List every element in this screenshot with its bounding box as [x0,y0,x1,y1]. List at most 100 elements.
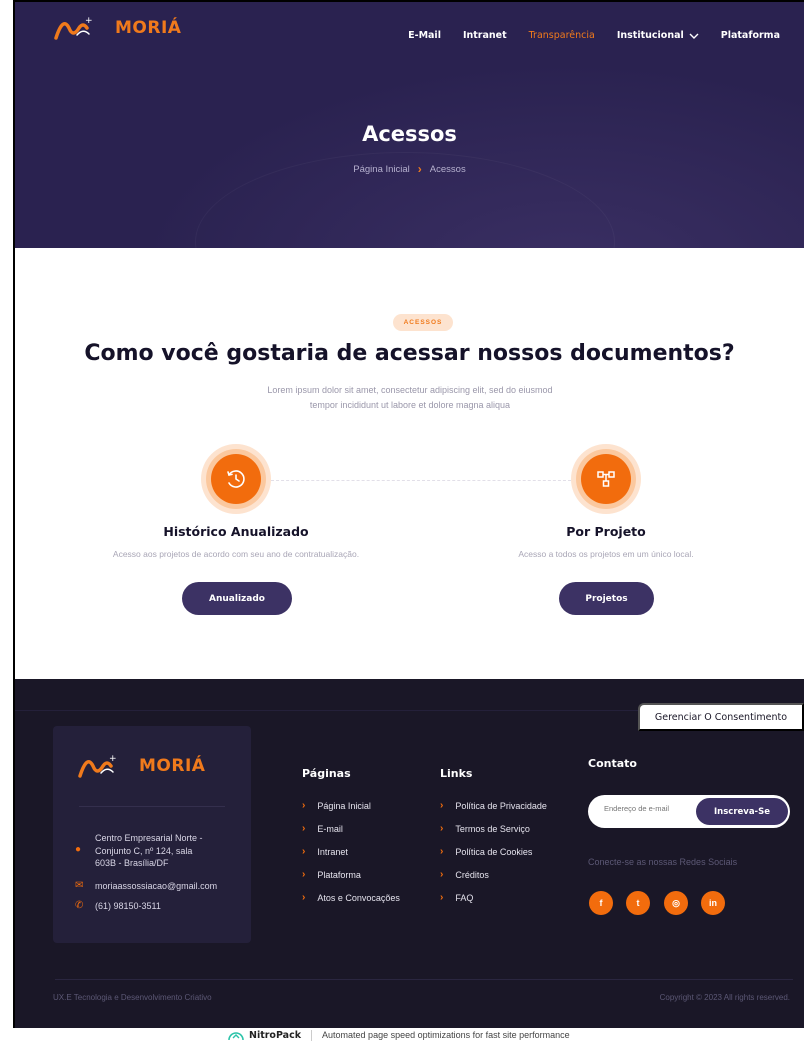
chevron-right-icon: › [302,800,306,811]
nitropack-brand-text: NitroPack [249,1029,302,1041]
header-logo[interactable]: + MORIÁ [53,14,181,42]
nav-item-email[interactable]: E-Mail [408,30,441,41]
pages-link-label: Plataforma [317,869,361,880]
contact-email: ✉ moriaassossiacao@gmail.com [75,880,217,893]
newsletter-form: Inscreva-Se [588,795,790,828]
nitropack-content: NitroPack Automated page speed optimizat… [227,1029,570,1041]
anualizado-button[interactable]: Anualizado [182,582,292,615]
footer-logo-text: MORIÁ [139,756,206,776]
address-line: Conjunto C, nº 124, sala [95,845,193,856]
chevron-right-icon: › [440,869,444,880]
card-desc-historico: Acesso aos projetos de acordo com seu an… [112,549,360,559]
footer-card-divider [79,806,225,807]
nav-item-transparencia[interactable]: Transparência [529,30,595,41]
breadcrumb-separator-icon: › [417,162,422,176]
nitropack-divider [311,1029,313,1041]
links-link[interactable]: › Política de Cookies [440,840,547,863]
dashed-connector [271,480,571,481]
footer-credit: UX.E Tecnologia e Desenvolvimento Criati… [53,993,212,1002]
nav-item-institucional[interactable]: Institucional [617,30,699,41]
links-link[interactable]: › Créditos [440,863,547,886]
instagram-icon[interactable]: ◎ [664,891,688,915]
footer-copyright: Copyright © 2023 All rights reserved. [659,993,790,1002]
svg-text:+: + [85,16,93,26]
pages-list: › Página Inicial › E-mail › Intranet › Plata… [302,794,400,909]
breadcrumb: Página Inicial › Acessos [15,162,804,176]
pages-link-label: Intranet [317,846,348,857]
social-caption: Conecte-se as nossas Redes Sociais [588,857,738,867]
chevron-right-icon: › [440,823,444,834]
chevron-right-icon: › [440,846,444,857]
pages-link[interactable]: › Página Inicial [302,794,400,817]
breadcrumb-home[interactable]: Página Inicial [353,164,410,175]
links-link[interactable]: › Política de Privacidade [440,794,547,817]
history-icon-badge [211,454,261,504]
card-title-historico: Histórico Anualizado [163,524,309,539]
card-title-projeto: Por Projeto [566,524,646,539]
envelope-icon: ✉ [75,880,84,891]
nitropack-bar: NitroPack Automated page speed optimizat… [13,1028,804,1042]
hero-section: + MORIÁ E-Mail Intranet Transparência In… [15,2,804,248]
access-section: ACESSOS Como você gostaria de acessar no… [15,248,804,679]
address-line: Centro Empresarial Norte - [95,833,203,843]
links-link-label: FAQ [455,892,474,903]
logo-mark-icon: + [54,16,93,40]
logo-text: MORIÁ [115,18,182,38]
links-link-label: Política de Privacidade [455,800,547,811]
contact-title: Contato [588,757,637,770]
newsletter-email-input[interactable] [604,804,694,813]
footer-bottom-divider [55,979,793,980]
links-title: Links [440,767,473,780]
manage-consent-button[interactable]: Gerenciar O Consentimento [638,703,804,731]
svg-text:+: + [109,754,117,764]
phone-text[interactable]: (61) 98150-3511 [95,900,161,913]
links-link[interactable]: › Termos de Serviço [440,817,547,840]
chevron-right-icon: › [302,869,306,880]
pages-link-label: E-mail [317,823,343,834]
address-line: 603B - Brasília/DF [95,858,169,868]
section-subtitle-line1: Lorem ipsum dolor sit amet, consectetur … [267,385,553,395]
twitter-icon[interactable]: t [626,891,650,915]
logo-mark-icon: + [78,754,117,778]
pages-title: Páginas [302,767,351,780]
footer-brand-card: + MORIÁ ● Centro Empresarial Norte - Con… [53,726,251,943]
pages-link[interactable]: › Atos e Convocações [302,886,400,909]
project-icon-ring [576,449,636,509]
subscribe-button[interactable]: Inscreva-Se [696,798,788,825]
nav-item-intranet[interactable]: Intranet [463,30,507,41]
section-subtitle: Lorem ipsum dolor sit amet, consectetur … [245,383,575,413]
section-badge: ACESSOS [393,314,453,331]
contact-address: ● Centro Empresarial Norte - Conjunto C,… [75,832,203,870]
pages-link[interactable]: › Plataforma [302,863,400,886]
email-text[interactable]: moriaassossiacao@gmail.com [95,880,217,893]
links-link[interactable]: › FAQ [440,886,547,909]
project-icon-badge [581,454,631,504]
nitropack-brand[interactable]: NitroPack [227,1029,301,1041]
nav-item-plataforma[interactable]: Plataforma [721,30,780,41]
facebook-icon[interactable]: f [589,891,613,915]
links-link-label: Política de Cookies [455,846,533,857]
contact-phone: ✆ (61) 98150-3511 [75,900,161,913]
history-icon-circle [201,444,271,514]
phone-icon: ✆ [75,900,84,911]
address-lines: Centro Empresarial Norte - Conjunto C, n… [95,832,203,870]
pages-link[interactable]: › Intranet [302,840,400,863]
chevron-right-icon: › [440,800,444,811]
section-title: Como você gostaria de acessar nossos doc… [84,341,735,366]
pages-link-label: Atos e Convocações [317,892,400,903]
footer: Gerenciar O Consentimento + MORIÁ ● Cent… [15,679,804,1028]
links-link-label: Termos de Serviço [455,823,530,834]
card-desc-projeto: Acesso a todos os projetos em um único l… [518,549,694,559]
main-nav: E-Mail Intranet Transparência Institucio… [408,30,780,41]
history-icon-ring [206,449,266,509]
projetos-button[interactable]: Projetos [559,582,654,615]
footer-logo[interactable]: + MORIÁ [77,752,205,780]
nitropack-logo-icon [228,1032,244,1041]
location-pin-icon: ● [75,844,82,855]
linkedin-icon[interactable]: in [701,891,725,915]
project-tree-icon [597,471,615,487]
pages-link[interactable]: › E-mail [302,817,400,840]
pages-link-label: Página Inicial [317,800,371,811]
chevron-down-icon [689,33,699,39]
nav-item-institucional-label: Institucional [616,30,684,41]
